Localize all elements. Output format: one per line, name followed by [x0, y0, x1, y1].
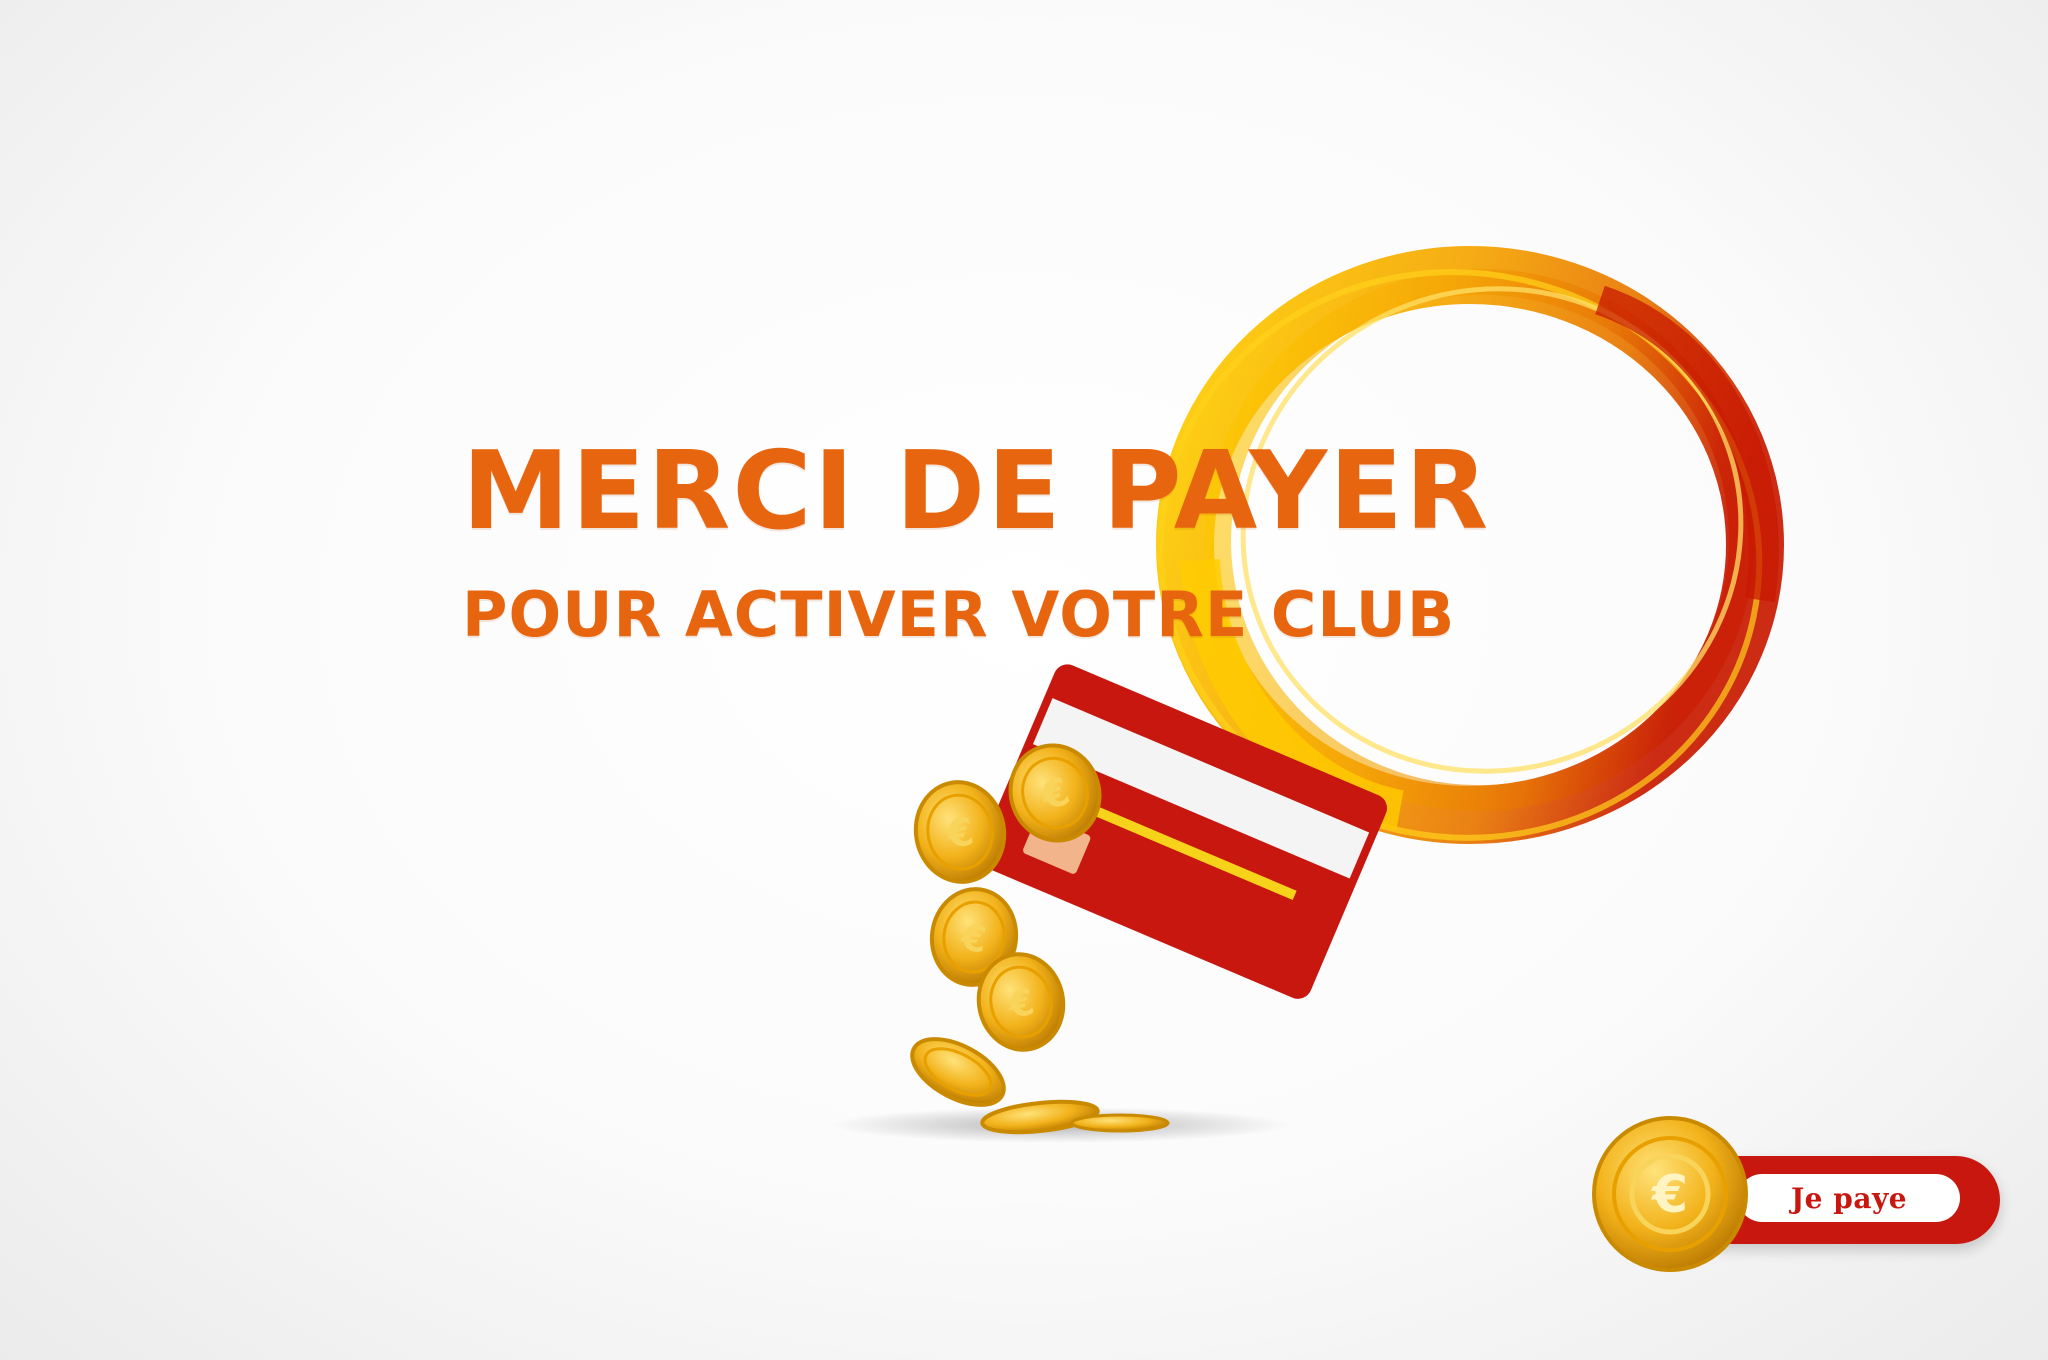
- headline: MERCI DE PAYER: [462, 429, 1491, 554]
- pay-button[interactable]: Je paye €: [1590, 1114, 2010, 1284]
- pay-button-inner[interactable]: Je paye: [1738, 1174, 1960, 1222]
- svg-text:€: €: [1651, 1165, 1688, 1225]
- pay-button-label: Je paye: [1790, 1181, 1908, 1215]
- euro-coin-icon: €: [1592, 1116, 1748, 1272]
- euro-coin-icon: [1070, 1113, 1170, 1133]
- subline: POUR ACTIVER VOTRE CLUB: [462, 578, 1456, 651]
